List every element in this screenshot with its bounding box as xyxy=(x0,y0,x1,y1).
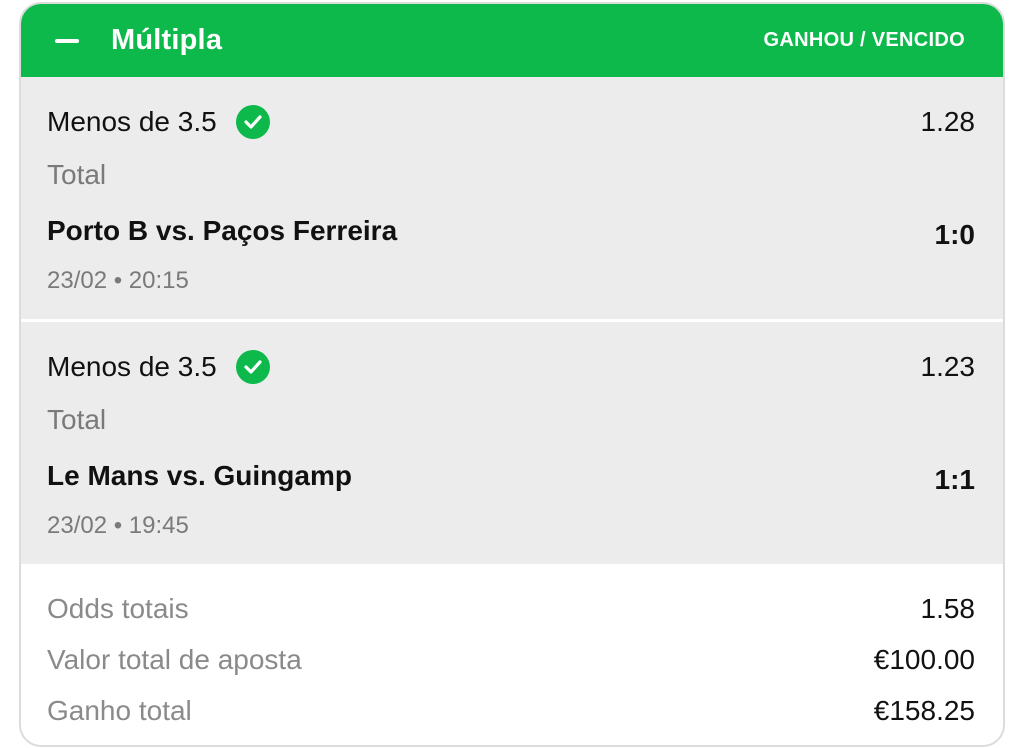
bet-leg: Menos de 3.5 1.28 Total Porto B vs. Paço… xyxy=(21,77,1003,319)
leg-odds: 1.23 xyxy=(920,351,976,382)
match-name: Porto B vs. Paços Ferreira xyxy=(47,215,398,246)
minus-icon[interactable] xyxy=(55,38,79,43)
payout-label: Ganho total xyxy=(47,695,192,726)
bet-card: Múltipla GANHOU / VENCIDO Menos de 3.5 1… xyxy=(19,2,1005,747)
total-odds-label: Odds totais xyxy=(47,593,189,624)
payout-value: €158.25 xyxy=(873,695,975,726)
selection-label: Menos de 3.5 xyxy=(47,106,217,137)
selection: Menos de 3.5 xyxy=(47,105,270,139)
total-odds-value: 1.58 xyxy=(920,593,976,624)
market-label: Total xyxy=(47,159,107,190)
match-name: Le Mans vs. Guingamp xyxy=(47,460,352,491)
match-score: 1:1 xyxy=(934,464,975,495)
stake-value: €100.00 xyxy=(873,644,975,675)
match-score: 1:0 xyxy=(934,219,975,250)
match-datetime: 23/02 • 19:45 xyxy=(47,512,189,539)
bet-type-title: Múltipla xyxy=(111,24,223,56)
stake-label: Valor total de aposta xyxy=(47,644,302,675)
selection: Menos de 3.5 xyxy=(47,350,270,384)
bet-status: GANHOU / VENCIDO xyxy=(763,29,965,51)
market-label: Total xyxy=(47,404,107,435)
selection-label: Menos de 3.5 xyxy=(47,351,217,382)
match-datetime: 23/02 • 20:15 xyxy=(47,267,189,294)
leg-odds: 1.28 xyxy=(920,106,976,137)
check-circle-icon xyxy=(235,350,270,384)
bet-leg: Menos de 3.5 1.23 Total Le Mans vs. Guin… xyxy=(21,322,1003,564)
bet-header[interactable]: Múltipla GANHOU / VENCIDO xyxy=(21,4,1003,77)
check-circle-icon xyxy=(235,105,270,139)
